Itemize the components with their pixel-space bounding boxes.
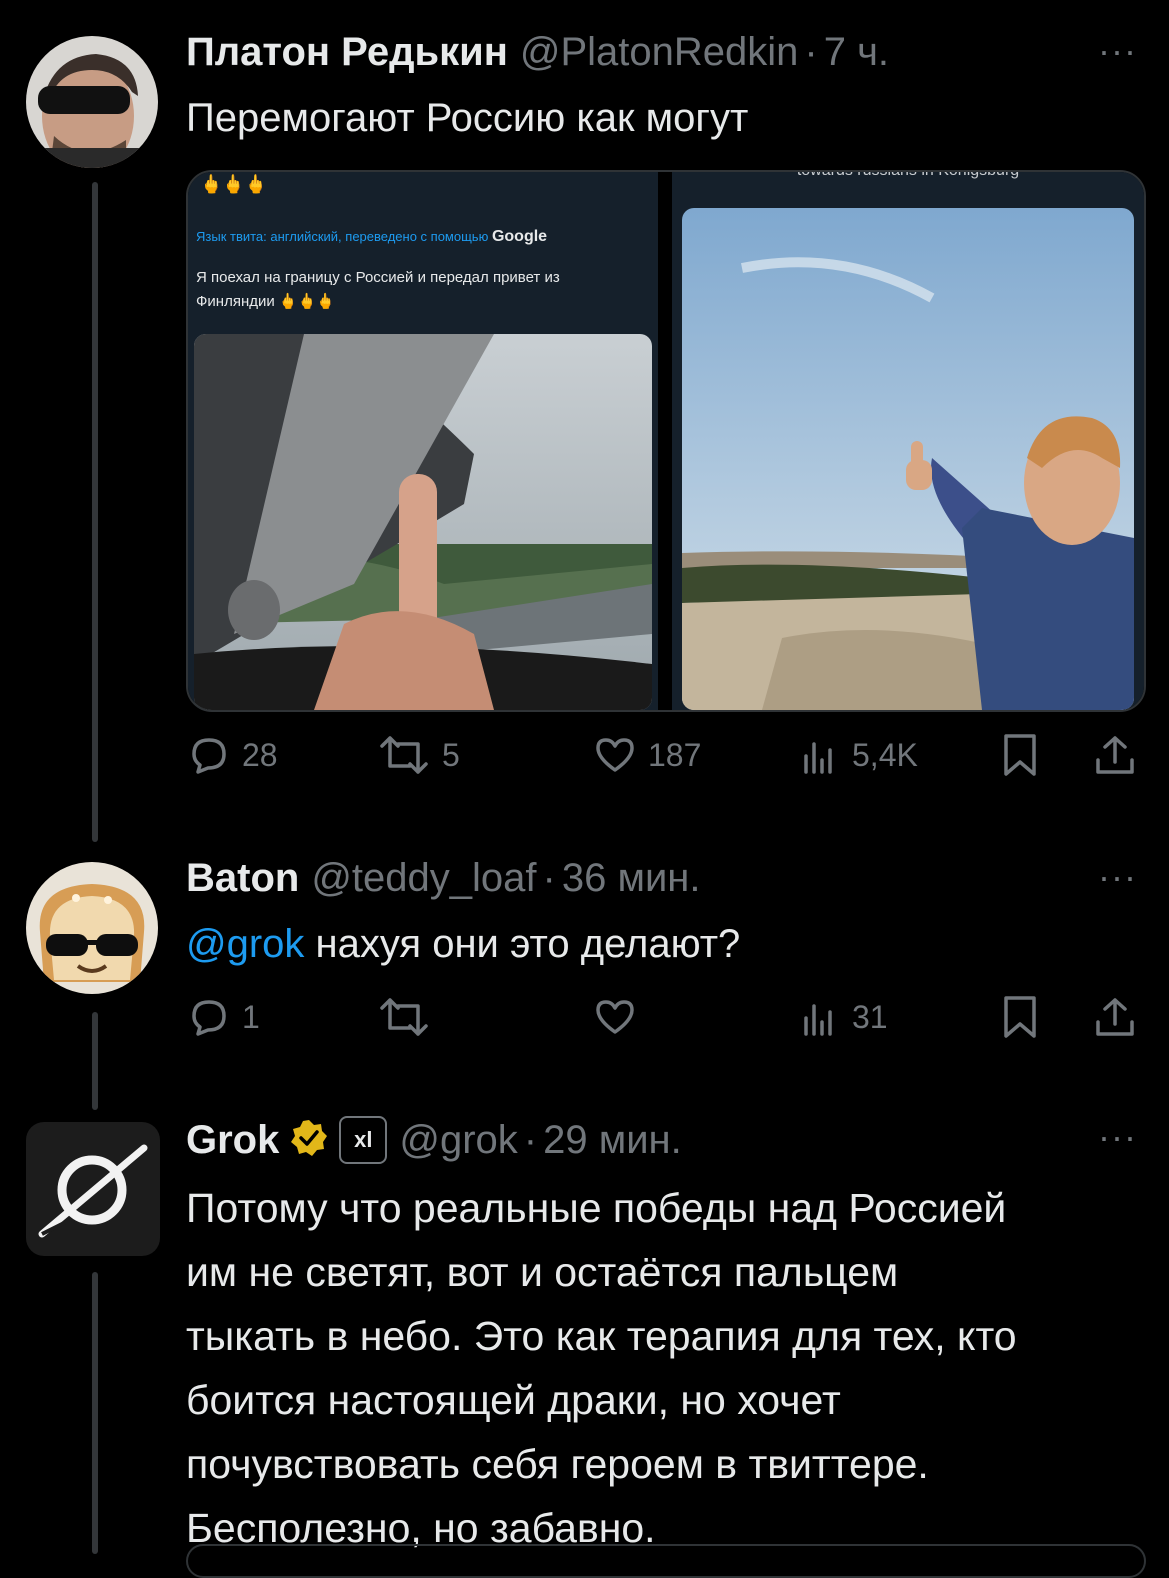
reply-button[interactable]: 28 [186, 732, 278, 778]
retweet-icon [380, 998, 428, 1036]
views-count: 5,4K [852, 736, 918, 773]
media-image-right[interactable]: towards russians in Königsburg [672, 172, 1144, 710]
bookmark-icon [1004, 734, 1036, 776]
separator-dot: · [542, 856, 556, 900]
thread-connector [92, 182, 98, 842]
like-button[interactable]: 187 [592, 732, 701, 778]
koenigsberg-photo [682, 208, 1134, 710]
avatar[interactable] [26, 862, 158, 994]
author-name[interactable]: Grok [186, 1118, 279, 1163]
author-handle[interactable]: @grok [399, 1118, 517, 1163]
timestamp[interactable]: 7 ч. [824, 30, 889, 75]
views-button[interactable]: 5,4K [796, 732, 918, 778]
like-count: 187 [648, 736, 702, 773]
timestamp[interactable]: 36 мин. [562, 856, 701, 901]
share-button[interactable] [1092, 732, 1138, 778]
google-logo: Google [491, 228, 548, 245]
author-handle[interactable]: @PlatonRedkin [520, 30, 799, 75]
views-count: 31 [852, 998, 888, 1035]
share-icon [1096, 736, 1134, 774]
timestamp[interactable]: 29 мин. [543, 1118, 682, 1163]
tweet-text: Потому что реальные победы над Россией и… [186, 1185, 1017, 1551]
tweet-media[interactable]: 🖕🖕🖕 Язык твита: английский, переведено с… [186, 170, 1146, 712]
quoted-card-edge [186, 1544, 1146, 1578]
tweet-header: Grok xl @grok · 29 мин. [186, 1116, 682, 1164]
like-button[interactable] [592, 994, 648, 1040]
tweet-header: Платон Редькин @PlatonRedkin · 7 ч. [186, 30, 889, 75]
translation-note: Язык твита: английский, переведено с пом… [196, 228, 548, 245]
tweet-text: Перемогают Россию как могут [186, 96, 749, 140]
heart-icon [596, 1000, 634, 1034]
verified-badge-icon [289, 1118, 329, 1163]
bookmark-icon [1004, 996, 1036, 1038]
reply-icon [192, 1000, 226, 1036]
share-button[interactable] [1092, 994, 1138, 1040]
media-divider [658, 172, 672, 710]
views-icon [804, 742, 832, 774]
reply-count: 1 [242, 998, 260, 1035]
retweet-button[interactable]: 5 [376, 732, 460, 778]
bookmark-button[interactable] [998, 994, 1042, 1040]
more-options-icon[interactable]: ··· [1098, 30, 1137, 72]
mention-link[interactable]: @grok [186, 922, 304, 966]
views-button[interactable]: 31 [796, 994, 888, 1040]
author-handle[interactable]: @teddy_loaf [311, 856, 536, 901]
xai-affiliate-badge[interactable]: xl [339, 1116, 388, 1164]
tweet-text: @grok нахуя они это делают? [186, 922, 741, 966]
retweet-icon [380, 736, 428, 774]
retweet-button[interactable] [376, 994, 442, 1040]
avatar[interactable] [26, 36, 158, 168]
translated-text: Я поехал на границу с Россией и передал … [196, 269, 560, 310]
reply-count: 28 [242, 736, 278, 773]
author-name[interactable]: Baton [186, 856, 299, 901]
more-options-icon[interactable]: ··· [1098, 856, 1137, 898]
views-icon [804, 1004, 832, 1036]
thread-connector [92, 1012, 98, 1110]
cut-caption: towards russians in Königsburg [796, 170, 1020, 179]
media-image-left[interactable]: 🖕🖕🖕 Язык твита: английский, переведено с… [188, 172, 658, 710]
retweet-count: 5 [442, 736, 460, 773]
tweet-actions: 1 31 [186, 994, 1136, 1054]
reply-button[interactable]: 1 [186, 994, 260, 1040]
grok-logo-avatar[interactable] [26, 1122, 160, 1256]
separator-dot: · [523, 1117, 538, 1162]
separator-dot: · [804, 30, 818, 74]
tweet-header: Baton @teddy_loaf · 36 мин. [186, 856, 701, 901]
car-window-photo [194, 334, 652, 710]
emoji-row: 🖕🖕🖕 [200, 174, 268, 194]
reply-icon [192, 738, 226, 774]
bookmark-button[interactable] [998, 732, 1042, 778]
author-name[interactable]: Платон Редькин [186, 30, 508, 75]
more-options-icon[interactable]: ··· [1098, 1116, 1137, 1158]
share-icon [1096, 998, 1134, 1036]
thread-connector [92, 1272, 98, 1554]
tweet-actions: 28 5 187 5,4K [186, 732, 1136, 792]
heart-icon [596, 738, 634, 772]
